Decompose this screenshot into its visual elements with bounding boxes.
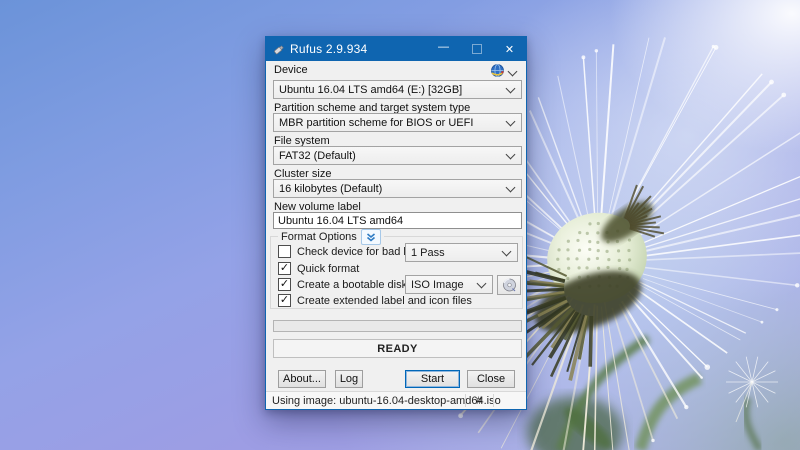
floating-seed — [726, 357, 778, 422]
extended-label-label: Create extended label and icon files — [297, 295, 472, 307]
progress-bar — [273, 320, 522, 332]
device-label: Device — [274, 64, 308, 76]
titlebar[interactable]: Rufus 2.9.934 — ✕ — [266, 37, 526, 61]
log-button[interactable]: Log — [335, 370, 363, 388]
bootable-type-select[interactable]: ISO Image — [405, 275, 493, 294]
disc-icon — [502, 278, 517, 292]
format-options-group: Check device for bad blocks 1 Pass ✓ Qui… — [270, 236, 523, 309]
chevron-down-icon — [506, 149, 516, 159]
dandelion-seed-head — [539, 204, 656, 313]
file-system-select[interactable]: FAT32 (Default) — [273, 146, 522, 165]
dandelion-stems — [527, 338, 760, 450]
maximize-button[interactable] — [460, 37, 493, 61]
maximize-icon — [472, 44, 482, 54]
quick-format-label: Quick format — [297, 263, 359, 275]
bootable-checkbox[interactable]: ✓ — [278, 278, 291, 291]
chevron-down-icon — [502, 246, 512, 256]
statusbar: Using image: ubuntu-16.04-desktop-amd64.… — [266, 391, 526, 409]
language-globe-icon — [490, 63, 505, 78]
language-selector[interactable] — [490, 63, 518, 78]
status-box: READY — [273, 339, 522, 358]
bad-blocks-passes-select[interactable]: 1 Pass — [405, 243, 518, 262]
volume-label-input[interactable] — [278, 215, 517, 227]
chevron-down-icon — [508, 66, 518, 76]
statusbar-divider — [493, 394, 494, 407]
start-button[interactable]: Start — [405, 370, 460, 388]
cluster-size-select[interactable]: 16 kilobytes (Default) — [273, 179, 522, 198]
window-title: Rufus 2.9.934 — [290, 42, 367, 56]
chevron-down-icon — [506, 116, 516, 126]
partition-scheme-select[interactable]: MBR partition scheme for BIOS or UEFI — [273, 113, 522, 132]
bad-blocks-checkbox[interactable] — [278, 245, 291, 258]
select-iso-button[interactable] — [497, 275, 521, 295]
minimize-button[interactable]: — — [427, 37, 460, 61]
format-options-title: Format Options — [281, 231, 357, 243]
statusbar-hash: # — [466, 395, 492, 407]
extended-label-checkbox[interactable]: ✓ — [278, 294, 291, 307]
rufus-app-icon — [272, 43, 285, 56]
double-chevron-down-icon — [366, 233, 376, 242]
extended-label-row: ✓ Create extended label and icon files — [278, 294, 472, 307]
quick-format-row: ✓ Quick format — [278, 262, 359, 275]
chevron-down-icon — [506, 182, 516, 192]
close-window-button[interactable]: Close — [467, 370, 515, 388]
about-button[interactable]: About... — [278, 370, 326, 388]
quick-format-checkbox[interactable]: ✓ — [278, 262, 291, 275]
close-button[interactable]: ✕ — [493, 37, 526, 61]
volume-label-field-wrap — [273, 212, 522, 229]
device-select[interactable]: Ubuntu 16.04 LTS amd64 (E:) [32GB] — [273, 80, 522, 99]
chevron-down-icon — [477, 278, 487, 288]
advanced-options-toggle[interactable] — [361, 229, 381, 245]
desktop-wallpaper: Rufus 2.9.934 — ✕ Device Ubuntu 16.04 LT… — [0, 0, 800, 450]
chevron-down-icon — [506, 83, 516, 93]
rufus-window: Rufus 2.9.934 — ✕ Device Ubuntu 16.04 LT… — [265, 36, 527, 410]
status-text: READY — [377, 343, 418, 355]
